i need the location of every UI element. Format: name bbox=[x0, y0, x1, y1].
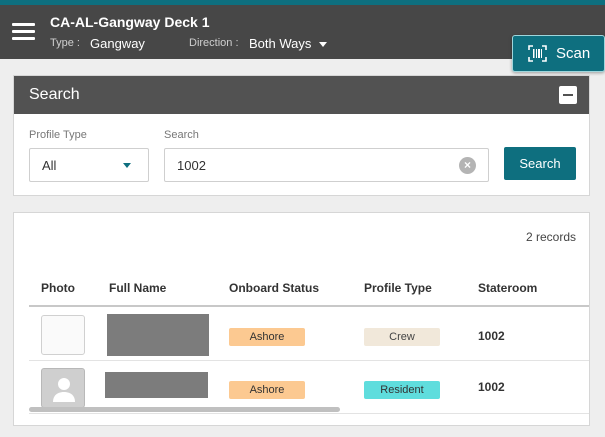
profile-type-select[interactable]: All bbox=[29, 148, 149, 182]
record-count: 2 records bbox=[525, 230, 576, 244]
hamburger-menu-icon[interactable] bbox=[12, 23, 35, 41]
stateroom-value: 1002 bbox=[478, 380, 505, 394]
onboard-status-badge: Ashore bbox=[229, 381, 305, 399]
search-panel: Search Profile Type Search All × Search bbox=[13, 75, 590, 196]
profile-type-value: All bbox=[42, 158, 57, 173]
user-avatar-icon bbox=[53, 378, 75, 402]
redacted-name bbox=[107, 314, 209, 356]
avatar bbox=[41, 368, 85, 408]
collapse-icon[interactable] bbox=[559, 86, 577, 104]
redacted-name bbox=[105, 372, 208, 398]
chevron-down-icon bbox=[319, 42, 328, 48]
search-panel-header: Search bbox=[14, 76, 589, 114]
barcode-scan-icon bbox=[528, 45, 547, 62]
photo-placeholder bbox=[41, 315, 85, 355]
type-label: Type : bbox=[50, 37, 80, 49]
column-header-photo: Photo bbox=[41, 281, 75, 295]
search-panel-title: Search bbox=[29, 86, 80, 103]
direction-label: Direction : bbox=[189, 37, 239, 49]
direction-dropdown[interactable]: Both Ways bbox=[249, 36, 328, 51]
scan-button[interactable]: Scan bbox=[512, 35, 605, 72]
search-button[interactable]: Search bbox=[504, 147, 576, 180]
onboard-status-badge: Ashore bbox=[229, 328, 305, 346]
direction-value: Both Ways bbox=[249, 36, 312, 51]
column-header-full-name: Full Name bbox=[109, 281, 167, 295]
profile-type-badge: Resident bbox=[364, 381, 440, 399]
search-input[interactable] bbox=[164, 148, 489, 182]
page-title: CA-AL-Gangway Deck 1 bbox=[50, 14, 210, 30]
results-panel: 2 records Photo Full Name Onboard Status… bbox=[13, 212, 590, 426]
dropdown-arrow-icon bbox=[123, 163, 131, 168]
search-label: Search bbox=[164, 129, 199, 141]
column-header-profile-type: Profile Type bbox=[364, 281, 432, 295]
scan-button-label: Scan bbox=[556, 45, 591, 62]
column-header-onboard-status: Onboard Status bbox=[229, 281, 320, 295]
clear-search-icon[interactable]: × bbox=[459, 157, 476, 174]
stateroom-value: 1002 bbox=[478, 329, 505, 343]
table-row[interactable]: Ashore Crew 1002 bbox=[29, 309, 589, 361]
type-value: Gangway bbox=[90, 36, 145, 51]
profile-type-badge: Crew bbox=[364, 328, 440, 346]
table-header: Photo Full Name Onboard Status Profile T… bbox=[29, 273, 589, 307]
horizontal-scrollbar[interactable] bbox=[29, 407, 340, 412]
column-header-stateroom: Stateroom bbox=[478, 281, 538, 295]
profile-type-label: Profile Type bbox=[29, 129, 87, 141]
